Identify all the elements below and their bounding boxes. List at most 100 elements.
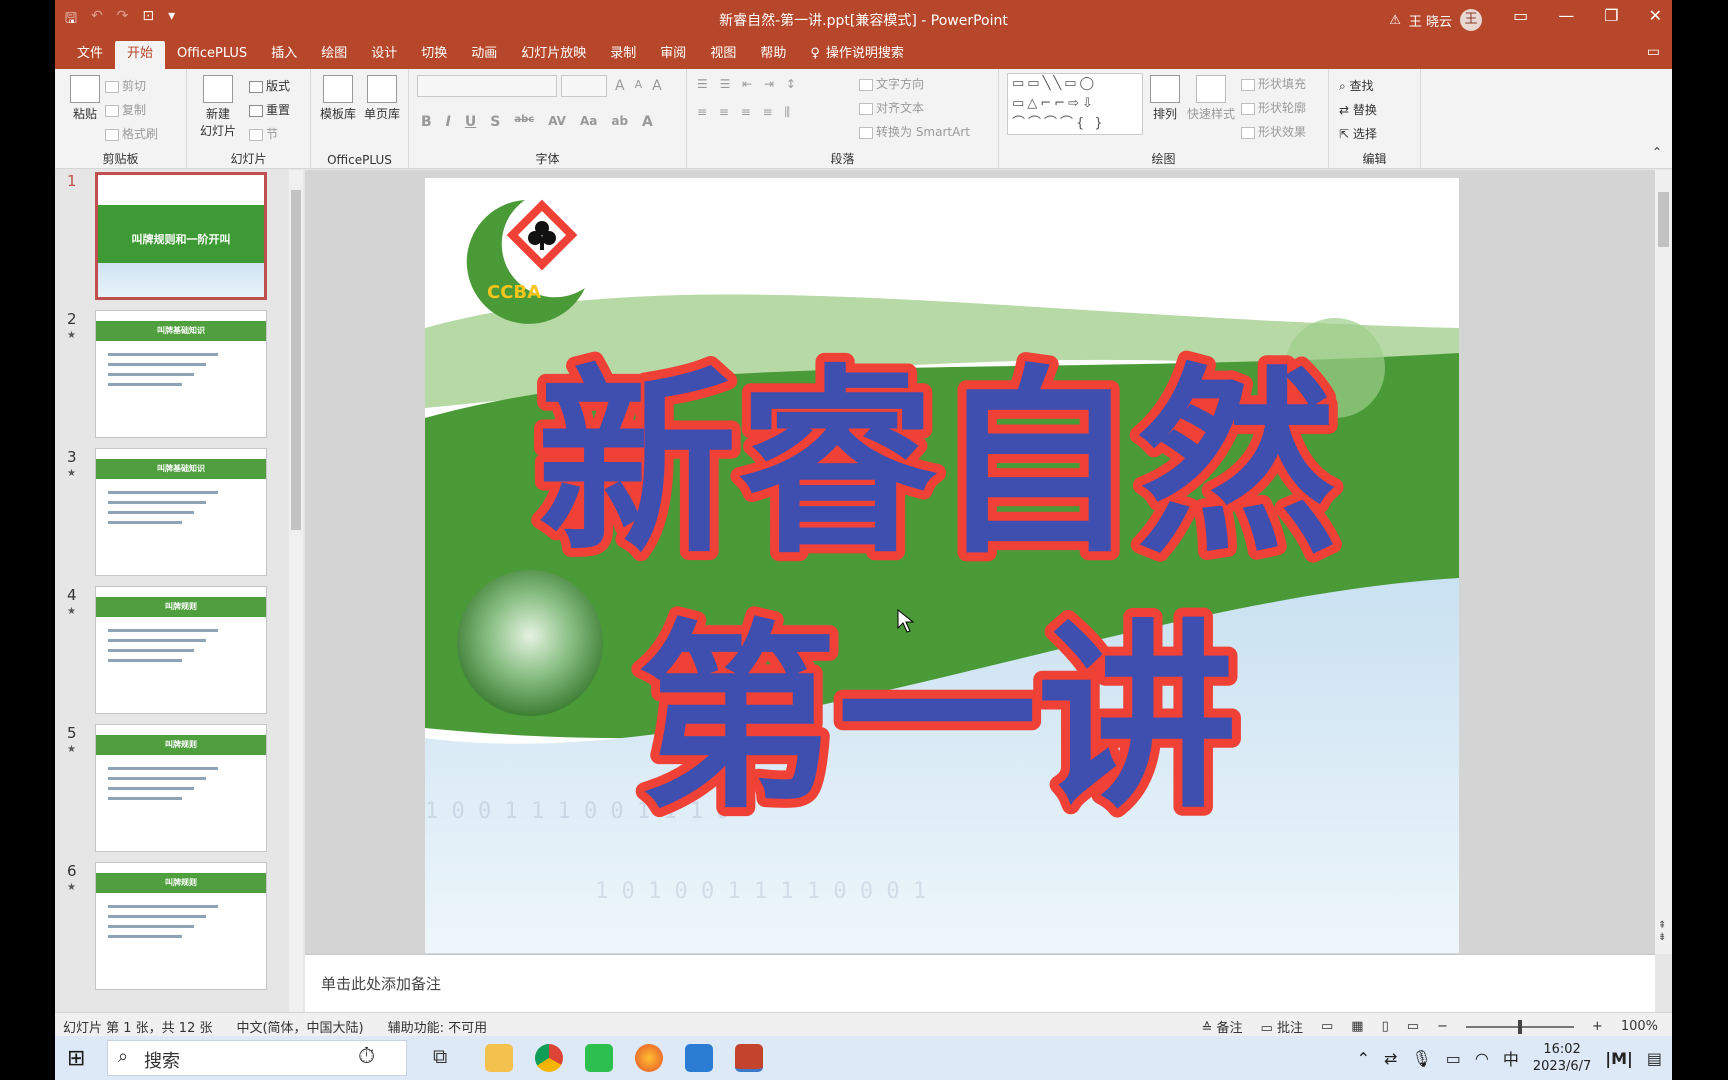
wechat-icon[interactable] (585, 1044, 613, 1072)
copy-button[interactable]: 复制 (105, 101, 146, 118)
tab-5[interactable]: 设计 (359, 41, 409, 69)
tab-6[interactable]: 切换 (409, 41, 459, 69)
tray-expand-icon[interactable]: ⌃ (1357, 1049, 1370, 1068)
scroll-thumb[interactable] (1658, 192, 1669, 247)
tab-3[interactable]: 插入 (259, 41, 309, 69)
grow-font-button[interactable]: A (615, 78, 625, 94)
slide-thumbnail[interactable]: 叫牌规则 (95, 724, 267, 852)
shrink-font-button[interactable]: A (635, 78, 643, 94)
comments-toggle[interactable]: ▭ 批注 (1261, 1017, 1303, 1036)
slide-thumbnail[interactable]: 叫牌规则和一阶开叫 (95, 172, 267, 300)
format-painter-button[interactable]: 格式刷 (105, 125, 158, 142)
collapse-ribbon-icon[interactable]: ⌃ (1652, 145, 1662, 159)
smartart-button[interactable]: 转换为 SmartArt (859, 123, 970, 140)
align-buttons[interactable]: ≡ ≡ ≡ ≡ ⫼ (697, 105, 794, 120)
slideshow-view-icon[interactable]: ▭ (1407, 1019, 1419, 1034)
tell-me-search[interactable]: ♀ 操作说明搜索 (798, 41, 916, 69)
maximize-icon[interactable]: ❐ (1604, 6, 1618, 25)
change-case-button[interactable]: Aa (580, 114, 597, 130)
editor-scrollbar[interactable]: ⇞ ⇟ (1655, 170, 1672, 954)
select-button[interactable]: ⇱ 选择 (1339, 125, 1377, 142)
clock[interactable]: 16:02 2023/6/7 (1533, 1041, 1591, 1075)
bold-button[interactable]: B (421, 114, 432, 130)
tab-1[interactable]: 开始 (115, 41, 166, 69)
windows-start-icon[interactable]: ⊞ (67, 1046, 85, 1071)
taskbar-search[interactable]: ⌕ 搜索 ⏱ (107, 1040, 407, 1076)
chrome-icon[interactable] (535, 1044, 563, 1072)
tab-11[interactable]: 视图 (698, 41, 748, 69)
slide-thumbnail[interactable]: 叫牌规则 (95, 586, 267, 714)
accessibility-status[interactable]: 辅助功能: 不可用 (388, 1017, 488, 1036)
list-buttons[interactable]: ☰ ☰ ⇤ ⇥ ↕ (697, 77, 800, 91)
shape-outline-button[interactable]: 形状轮廓 (1241, 99, 1306, 116)
tab-4[interactable]: 绘图 (309, 41, 359, 69)
normal-view-icon[interactable]: ▭ (1321, 1019, 1333, 1034)
slide-thumbnail[interactable]: 叫牌基础知识 (95, 310, 267, 438)
font-size-field[interactable] (561, 75, 607, 97)
arrange-button[interactable]: 排列 (1147, 75, 1183, 122)
tab-10[interactable]: 审阅 (648, 41, 698, 69)
comment-icon[interactable]: ▭ (1647, 44, 1660, 60)
shadow-button[interactable]: S (490, 114, 500, 130)
new-slide-button[interactable]: 新建 幻灯片 (195, 75, 241, 139)
close-icon[interactable]: ✕ (1649, 6, 1662, 25)
zoom-in-icon[interactable]: + (1592, 1019, 1603, 1034)
tab-7[interactable]: 动画 (459, 41, 509, 69)
prev-next-slide-icon[interactable]: ⇞ ⇟ (1658, 920, 1666, 944)
font-color-button[interactable]: A (642, 114, 653, 130)
clear-format-button[interactable]: A (652, 78, 662, 94)
app-tray-icon[interactable]: |M| (1605, 1049, 1633, 1068)
tab-12[interactable]: 帮助 (748, 41, 798, 69)
notifications-icon[interactable]: ▤ (1647, 1049, 1662, 1068)
current-slide[interactable]: 1 0 0 1 1 1 0 0 1 1 1 0 1 0 1 0 0 1 1 1 … (425, 178, 1459, 953)
shapes-gallery[interactable]: ▭▭╲╲▭◯ ▭△⌐⌐⇨⇩ ⌒⌒⌒⌒{ } (1007, 73, 1143, 135)
align-text-button[interactable]: 对齐文本 (859, 99, 924, 116)
shape-effects-button[interactable]: 形状效果 (1241, 123, 1306, 140)
cut-button[interactable]: 剪切 (105, 77, 146, 94)
avatar[interactable]: 王 (1460, 9, 1482, 31)
ribbon-display-icon[interactable]: ▭ (1513, 6, 1528, 25)
text-direction-button[interactable]: 文字方向 (859, 75, 924, 92)
scroll-thumb[interactable] (291, 190, 301, 530)
template-library-button[interactable]: 模板库 (317, 75, 359, 122)
reading-view-icon[interactable]: ▯ (1382, 1019, 1389, 1034)
language-status[interactable]: 中文(简体，中国大陆) (236, 1017, 363, 1036)
italic-button[interactable]: I (446, 114, 451, 130)
sorter-view-icon[interactable]: ▦ (1351, 1019, 1363, 1034)
tab-8[interactable]: 幻灯片放映 (509, 41, 598, 69)
char-spacing-button[interactable]: AV (548, 114, 566, 130)
powerpoint-icon[interactable] (735, 1044, 763, 1072)
tab-2[interactable]: OfficePLUS (165, 41, 259, 69)
file-explorer-icon[interactable] (485, 1044, 513, 1072)
minimize-icon[interactable]: — (1558, 6, 1574, 25)
zoom-level[interactable]: 100% (1621, 1019, 1658, 1034)
thumbnail-scrollbar[interactable] (289, 170, 303, 1012)
single-page-library-button[interactable]: 单页库 (361, 75, 403, 122)
slide-thumbnail[interactable]: 叫牌基础知识 (95, 448, 267, 576)
find-button[interactable]: ⌕ 查找 (1339, 77, 1374, 94)
underline-button[interactable]: U (465, 114, 476, 130)
font-name-field[interactable] (417, 75, 557, 97)
highlight-button[interactable]: ab (611, 114, 628, 130)
wifi-icon[interactable]: ◠ (1475, 1049, 1489, 1068)
app-icon[interactable] (685, 1044, 713, 1072)
microphone-icon[interactable]: 🎙 (1411, 1049, 1431, 1068)
battery-icon[interactable]: ▭ (1446, 1049, 1461, 1068)
notes-toggle[interactable]: ≙ 备注 (1201, 1017, 1242, 1036)
notes-pane[interactable]: 单击此处添加备注 (305, 954, 1655, 1014)
section-button[interactable]: 节 (249, 125, 278, 142)
reset-button[interactable]: 重置 (249, 101, 290, 118)
replace-button[interactable]: ⇄ 替换 (1339, 101, 1377, 118)
slide-thumbnail[interactable]: 叫牌规则 (95, 862, 267, 990)
paste-button[interactable]: 粘贴 (67, 75, 103, 122)
shape-fill-button[interactable]: 形状填充 (1241, 75, 1306, 92)
strikethrough-button[interactable]: abc (514, 114, 534, 130)
firefox-icon[interactable] (635, 1044, 663, 1072)
task-view-icon[interactable]: ⧉ (433, 1044, 461, 1072)
zoom-slider[interactable] (1465, 1019, 1574, 1034)
zoom-out-icon[interactable]: − (1437, 1019, 1448, 1034)
ime-indicator[interactable]: 中 (1503, 1046, 1519, 1070)
layout-button[interactable]: 版式 (249, 77, 290, 94)
tab-9[interactable]: 录制 (598, 41, 648, 69)
quick-styles-button[interactable]: 快速样式 (1185, 75, 1237, 122)
